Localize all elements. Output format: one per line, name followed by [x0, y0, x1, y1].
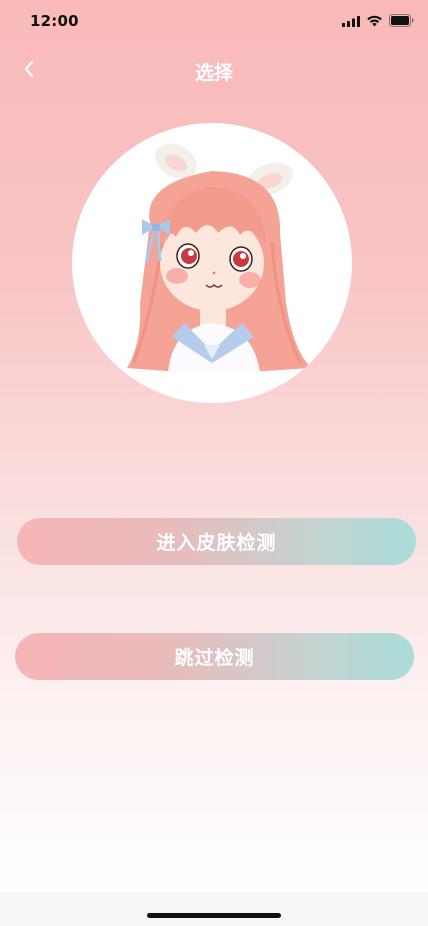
wifi-icon — [367, 15, 382, 27]
enter-skin-detection-label: 进入皮肤检测 — [156, 532, 277, 554]
status-bar: 12:00 — [0, 0, 428, 44]
screen-background: 12:00 选择 进入皮肤检测 跳过检测 — [0, 0, 428, 892]
home-indicator-area — [0, 892, 428, 926]
skip-detection-button[interactable]: 跳过检测 — [15, 633, 414, 680]
signal-icon — [342, 16, 360, 27]
home-indicator[interactable] — [147, 913, 281, 918]
enter-skin-detection-button[interactable]: 进入皮肤检测 — [17, 518, 416, 565]
nav-bar: 选择 — [0, 48, 428, 94]
battery-icon — [389, 14, 414, 27]
status-time: 12:00 — [30, 12, 79, 30]
skip-detection-label: 跳过检测 — [174, 647, 255, 669]
avatar — [72, 123, 352, 403]
page-title: 选择 — [194, 62, 233, 84]
girl-avatar-illustration — [127, 143, 312, 373]
